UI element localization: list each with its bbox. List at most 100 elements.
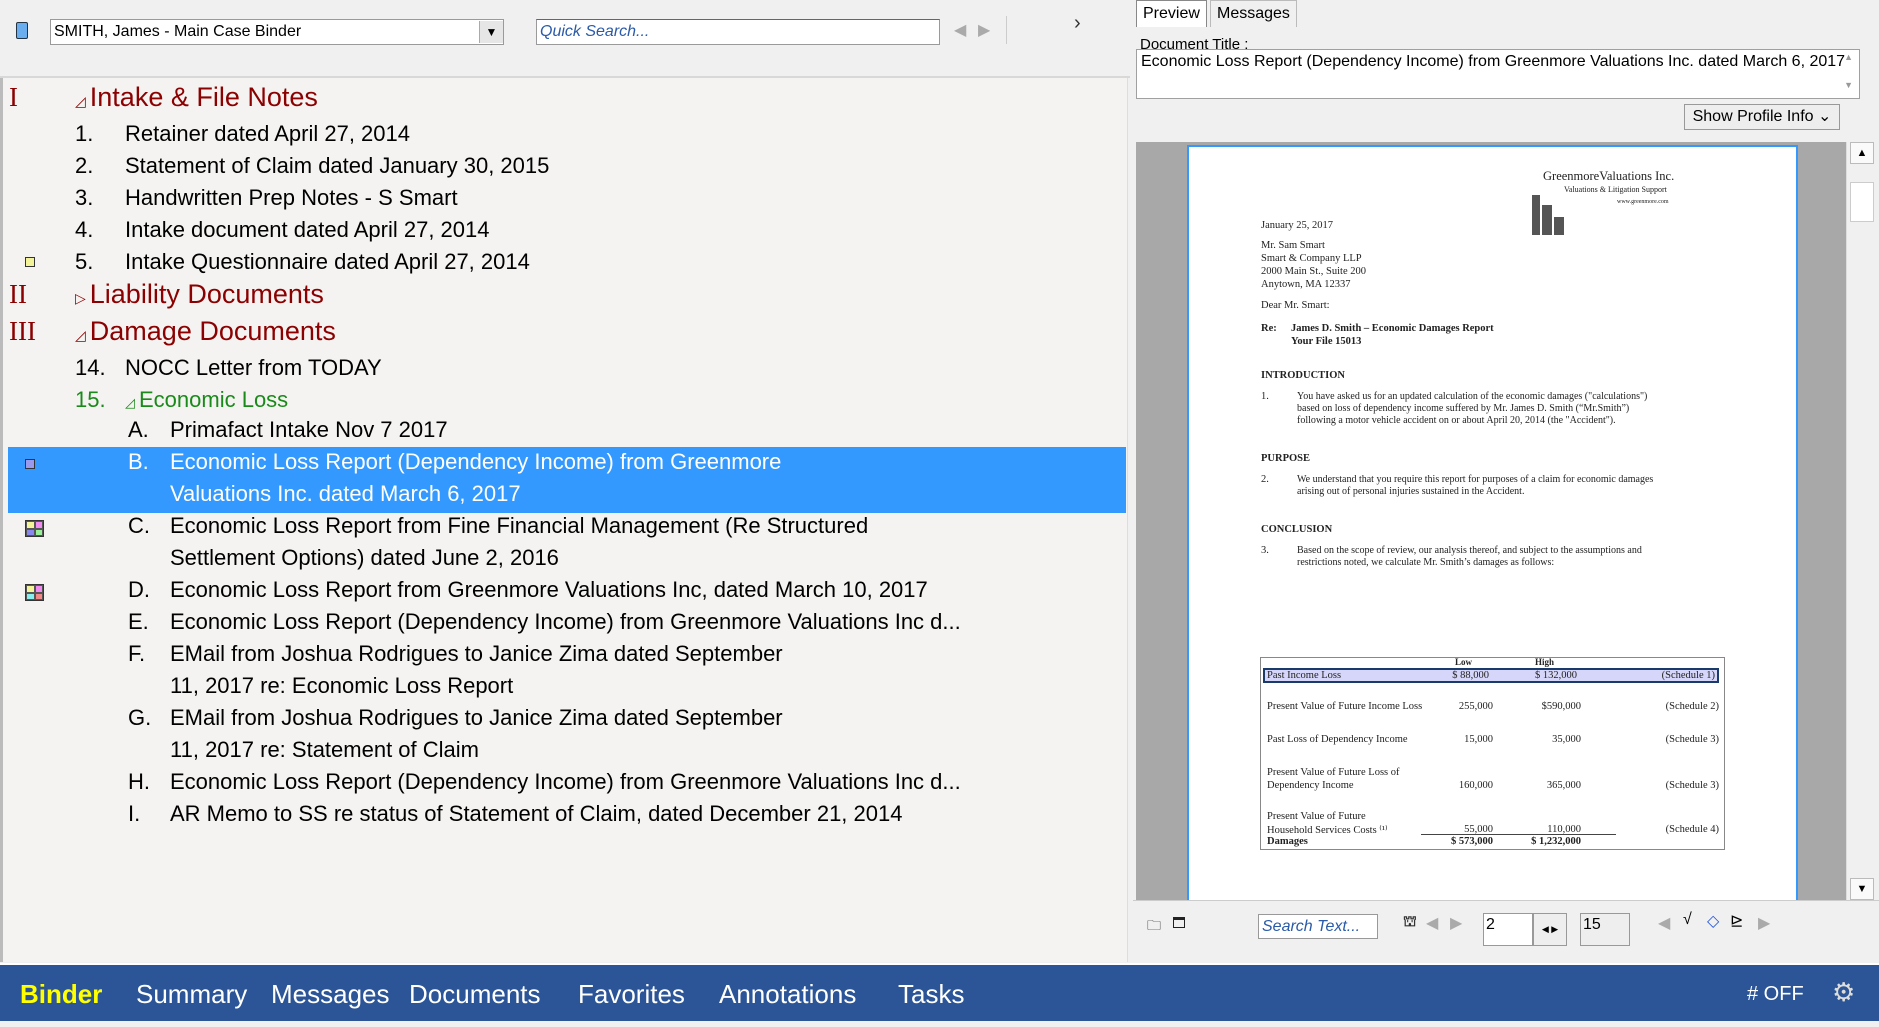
tree-item[interactable]: 14. NOCC Letter from TODAY (3, 353, 1123, 385)
previous-match-icon[interactable]: ◀ (1426, 913, 1438, 933)
collapsed-triangle-icon[interactable]: ▷ (75, 290, 86, 306)
first-page-icon[interactable]: ◀ (1658, 913, 1670, 933)
item-letter: I. (128, 801, 141, 826)
item-number: 3. (75, 185, 94, 210)
color-tag (26, 528, 35, 536)
chevron-right-icon[interactable]: › (1074, 12, 1081, 35)
nav-annotations[interactable]: Annotations (719, 979, 856, 1010)
document-title-field[interactable]: Economic Loss Report (Dependency Income)… (1136, 49, 1860, 99)
nav-documents[interactable]: Documents (409, 979, 541, 1010)
total-rule (1421, 834, 1616, 835)
item-label: Handwritten Prep Notes - S Smart (125, 185, 458, 211)
item-letter: G. (128, 705, 152, 730)
scroll-down-icon[interactable]: ▼ (1844, 80, 1853, 90)
total-high: $ 1,232,000 (1531, 836, 1581, 847)
tree-item[interactable]: A. Primafact Intake Nov 7 2017 (8, 415, 1126, 449)
scroll-up-icon[interactable]: ▲ (1844, 52, 1853, 62)
show-profile-info-button[interactable]: Show Profile Info ⌄ (1684, 104, 1840, 130)
nav-summary[interactable]: Summary (136, 979, 247, 1010)
item-number: 1. (75, 121, 94, 146)
tree-item[interactable]: G. EMail from Joshua Rodrigues to Janice … (8, 703, 1126, 769)
row-label: Past Loss of Dependency Income (1267, 734, 1408, 745)
tree-item[interactable]: 2. Statement of Claim dated January 30, 2… (3, 151, 1123, 183)
back-arrow-icon[interactable]: ◀ (954, 20, 966, 40)
section-heading: CONCLUSION (1261, 524, 1333, 535)
tab-preview[interactable]: Preview (1136, 0, 1207, 27)
scrollbar-thumb[interactable] (1850, 182, 1874, 222)
nav-favorites[interactable]: Favorites (578, 979, 685, 1010)
tree-item[interactable]: E. Economic Loss Report (Dependency Incom… (8, 607, 1126, 641)
item-letter: D. (128, 577, 150, 602)
fit-page-icon[interactable]: ◇ (1707, 911, 1719, 931)
forward-arrow-icon[interactable]: ▶ (978, 20, 990, 40)
tree-item[interactable]: I. AR Memo to SS re status of Statement o… (8, 799, 1126, 833)
row-label: Household Services Costs ⁽¹⁾ (1267, 825, 1388, 836)
item-number: 14. (75, 355, 106, 380)
expanded-triangle-icon[interactable]: ◿ (125, 395, 135, 410)
column-header-low: Low (1455, 657, 1473, 667)
tree-section[interactable]: I ◿ Intake & File Notes (3, 82, 1123, 118)
row-label: Present Value of Future (1267, 811, 1366, 822)
tree-item[interactable]: 5. Intake Questionnaire dated April 27, 2… (3, 247, 1123, 279)
tree-item[interactable]: D. Economic Loss Report from Greenmore Va… (8, 575, 1126, 609)
column-header-high: High (1535, 657, 1555, 667)
last-page-icon[interactable]: ▶ (1758, 913, 1770, 933)
nav-binder[interactable]: Binder (20, 979, 102, 1010)
tree-item-selected[interactable]: B. Economic Loss Report (Dependency Incom… (8, 447, 1126, 513)
gear-icon[interactable]: ⚙ (1832, 977, 1855, 1008)
low-value: 255,000 (1458, 701, 1493, 712)
item-text: Economic Loss (139, 387, 289, 412)
section-label: Intake & File Notes (89, 82, 318, 112)
logo-name: GreenmoreValuations Inc. (1543, 169, 1675, 183)
nav-tasks[interactable]: Tasks (898, 979, 964, 1010)
chevron-down-icon[interactable]: ▼ (479, 21, 503, 43)
tree-item[interactable]: 3. Handwritten Prep Notes - S Smart (3, 183, 1123, 215)
window-icon[interactable] (1173, 917, 1185, 928)
rotate-left-icon[interactable]: √ (1683, 911, 1692, 929)
expanded-triangle-icon[interactable]: ◿ (75, 327, 86, 343)
tree-item[interactable]: F. EMail from Joshua Rodrigues to Janice … (8, 639, 1126, 705)
tab-messages[interactable]: Messages (1210, 0, 1297, 27)
tree-item[interactable]: 15. ◿ Economic Loss (3, 385, 1123, 417)
high-value: $590,000 (1541, 701, 1581, 712)
search-text-input[interactable]: Search Text... (1258, 914, 1378, 939)
color-tag (34, 592, 43, 600)
hash-toggle[interactable]: # OFF (1747, 983, 1804, 1006)
document-viewer: GreenmoreValuations Inc. Valuations & Li… (1136, 142, 1846, 900)
binder-select[interactable]: SMITH, James - Main Case Binder ▼ (50, 19, 504, 45)
item-label: Intake document dated April 27, 2014 (125, 217, 489, 243)
divider (1006, 16, 1007, 44)
tree-section[interactable]: II ▷ Liability Documents (3, 279, 1123, 315)
color-tags-icon (25, 520, 44, 537)
page-stepper[interactable]: ◀ ▶ (1533, 913, 1567, 946)
scroll-down-icon[interactable]: ▼ (1850, 878, 1874, 900)
tree-item[interactable]: C. Economic Loss Report from Fine Financi… (8, 511, 1126, 577)
high-value: $ 132,000 (1535, 670, 1577, 681)
address-line: Smart & Company LLP (1261, 253, 1362, 264)
section-numeral: I (9, 82, 18, 112)
tree-item[interactable]: 1. Retainer dated April 27, 2014 (3, 119, 1123, 151)
item-label-line: Economic Loss Report (Dependency Income)… (170, 769, 961, 794)
tree-section[interactable]: III ◿ Damage Documents (3, 316, 1123, 352)
viewer-scrollbar[interactable]: ▲ ▼ (1846, 142, 1875, 900)
scroll-up-icon[interactable]: ▲ (1850, 142, 1874, 164)
re-label: Re: (1261, 323, 1277, 334)
letter-date: January 25, 2017 (1261, 220, 1334, 231)
binder-icon[interactable] (16, 22, 28, 39)
tree-item[interactable]: H. Economic Loss Report (Dependency Incom… (8, 767, 1126, 801)
document-page: GreenmoreValuations Inc. Valuations & Li… (1187, 145, 1798, 900)
item-label-line: Economic Loss Report (Dependency Income)… (170, 609, 961, 634)
open-folder-icon[interactable]: 🗀 (1147, 915, 1161, 939)
total-label: Damages (1267, 836, 1308, 847)
nav-messages[interactable]: Messages (271, 979, 390, 1010)
item-label: Retainer dated April 27, 2014 (125, 121, 410, 147)
page-number-input[interactable]: 2 (1483, 913, 1533, 946)
bottom-nav: Binder Summary Messages Documents Favori… (0, 963, 1879, 1021)
tree-item[interactable]: 4. Intake document dated April 27, 2014 (3, 215, 1123, 247)
row-label: Dependency Income (1267, 780, 1354, 791)
binoculars-icon[interactable]: ⛫ (1403, 913, 1417, 932)
expanded-triangle-icon[interactable]: ◿ (75, 93, 86, 109)
next-match-icon[interactable]: ▶ (1450, 913, 1462, 933)
rotate-right-icon[interactable]: ⊵ (1730, 911, 1743, 931)
quick-search-input[interactable]: Quick Search... (536, 19, 940, 45)
